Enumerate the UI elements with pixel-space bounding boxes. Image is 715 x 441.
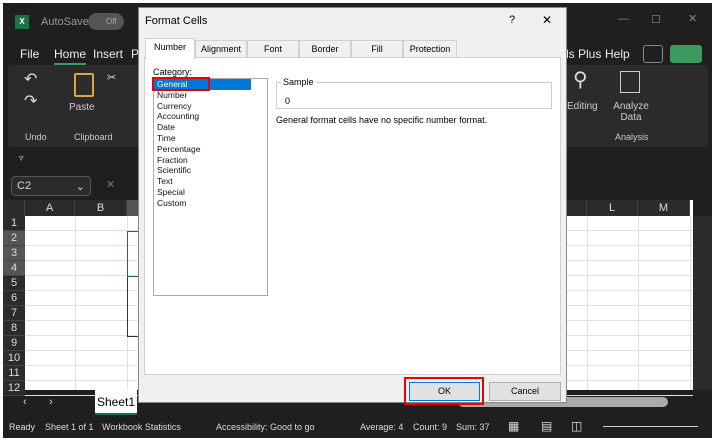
ok-highlight-box (404, 377, 484, 405)
search-icon: ⚲ (573, 69, 588, 91)
gridline (690, 216, 691, 390)
workbook-statistics[interactable]: Workbook Statistics (102, 422, 181, 432)
column-header-a[interactable]: A (25, 200, 75, 216)
vertical-scrollbar[interactable] (693, 216, 712, 390)
category-label: Category: (153, 67, 193, 77)
status-sum: Sum: 37 (456, 422, 490, 432)
share-button[interactable] (670, 45, 702, 63)
accessibility-status[interactable]: Accessibility: Good to go (216, 422, 315, 432)
excel-logo-icon: X (15, 15, 29, 29)
status-count: Count: 9 (413, 422, 448, 432)
tab-tools-plus[interactable]: ls Plus (566, 47, 601, 61)
analysis-group-label: Analysis (615, 132, 649, 142)
sheet-tab-sheet1[interactable]: Sheet1 (95, 390, 137, 415)
row-header[interactable]: 4 (3, 261, 25, 276)
tab-protection[interactable]: Protection (403, 40, 457, 58)
status-average: Average: 4 (360, 422, 404, 432)
category-item[interactable]: Scientific (154, 165, 267, 176)
category-item[interactable]: Time (154, 133, 267, 144)
tab-help[interactable]: Help (605, 47, 630, 61)
paste-icon (74, 73, 94, 97)
row-header[interactable]: 11 (3, 366, 25, 381)
category-item[interactable]: Date (154, 122, 267, 133)
close-window-button[interactable]: ✕ (688, 12, 697, 25)
next-sheet-button[interactable]: › (49, 396, 53, 408)
dialog-title: Format Cells (145, 15, 208, 27)
name-box[interactable]: C2 ⌄ (11, 176, 91, 196)
autosave-label: AutoSave (41, 16, 89, 28)
maximize-button[interactable]: ☐ (651, 13, 661, 26)
tab-border[interactable]: Border (299, 40, 351, 58)
column-header-k[interactable] (567, 200, 587, 216)
editing-button[interactable]: Editing (567, 101, 598, 112)
row-header[interactable]: 9 (3, 336, 25, 351)
status-sheet: Sheet 1 of 1 (45, 422, 94, 432)
tab-number[interactable]: Number (145, 38, 195, 59)
comments-button[interactable] (643, 45, 663, 63)
select-all[interactable] (3, 200, 25, 216)
category-item[interactable]: Special (154, 187, 267, 198)
autosave-toggle[interactable]: Off (88, 13, 124, 30)
clipboard-group-label: Clipboard (74, 132, 113, 142)
row-header[interactable]: 3 (3, 246, 25, 261)
row-header[interactable]: 10 (3, 351, 25, 366)
gridline (638, 216, 639, 390)
row-header[interactable]: 8 (3, 321, 25, 336)
tab-file[interactable]: File (20, 47, 39, 61)
category-item[interactable]: Text (154, 176, 267, 187)
category-item[interactable]: Fraction (154, 155, 267, 166)
help-button[interactable]: ? (509, 14, 515, 26)
tab-alignment[interactable]: Alignment (195, 40, 247, 58)
tab-insert[interactable]: Insert (93, 47, 123, 61)
minimize-button[interactable]: — (618, 13, 629, 25)
row-header[interactable]: 7 (3, 306, 25, 321)
column-header-b[interactable]: B (75, 200, 127, 216)
undo-icon[interactable]: ↶ (24, 69, 37, 89)
normal-view-icon[interactable]: ▦ (508, 419, 519, 433)
format-description: General format cells have no specific nu… (276, 115, 488, 125)
page-layout-icon[interactable]: ▤ (541, 419, 552, 433)
row-header[interactable]: 5 (3, 276, 25, 291)
sample-value: 0 (285, 96, 291, 106)
paste-button[interactable]: Paste (69, 102, 95, 113)
status-bar: Ready Sheet 1 of 1 Workbook Statistics A… (3, 416, 712, 438)
sample-label: Sample (281, 77, 316, 87)
redo-icon[interactable]: ↷ (24, 91, 37, 111)
page-break-icon[interactable]: ◫ (571, 419, 582, 433)
tab-home[interactable]: Home (54, 47, 87, 65)
general-highlight-box (152, 77, 210, 91)
row-header[interactable]: 6 (3, 291, 25, 306)
cancel-button[interactable]: Cancel (489, 382, 561, 401)
gridline (587, 216, 588, 390)
category-item[interactable]: Number (154, 90, 267, 101)
prev-sheet-button[interactable]: ‹ (23, 396, 27, 408)
format-cells-dialog: Format Cells ? ✕ Number Alignment Font B… (138, 7, 567, 405)
category-item[interactable]: Custom (154, 198, 267, 209)
tab-font[interactable]: Font (247, 40, 299, 58)
zoom-slider[interactable] (603, 426, 698, 427)
quick-access-icon[interactable]: ▿ (19, 153, 24, 164)
analyze-data-icon (620, 71, 640, 93)
category-item[interactable]: Currency (154, 101, 267, 112)
column-header-m[interactable]: M (638, 200, 690, 216)
close-dialog-button[interactable]: ✕ (542, 13, 552, 27)
number-tab-panel: Category: General Number Currency Accountin… (144, 57, 561, 375)
cancel-entry-icon[interactable]: ✕ (106, 178, 115, 191)
row-header[interactable]: 2 (3, 231, 25, 246)
cut-icon[interactable]: ✂ (107, 71, 116, 84)
category-item[interactable]: Accounting (154, 111, 267, 122)
row-header[interactable]: 1 (3, 216, 25, 231)
analyze-data-button[interactable]: Analyze Data (611, 101, 651, 123)
category-item[interactable]: Percentage (154, 144, 267, 155)
status-ready: Ready (9, 422, 36, 432)
tab-fill[interactable]: Fill (351, 40, 403, 58)
sample-box (276, 82, 552, 109)
column-header-l[interactable]: L (587, 200, 638, 216)
gridline (75, 216, 76, 390)
category-list[interactable]: General Number Currency Accounting Date Time P… (153, 78, 268, 296)
undo-group-label: Undo (25, 132, 47, 142)
